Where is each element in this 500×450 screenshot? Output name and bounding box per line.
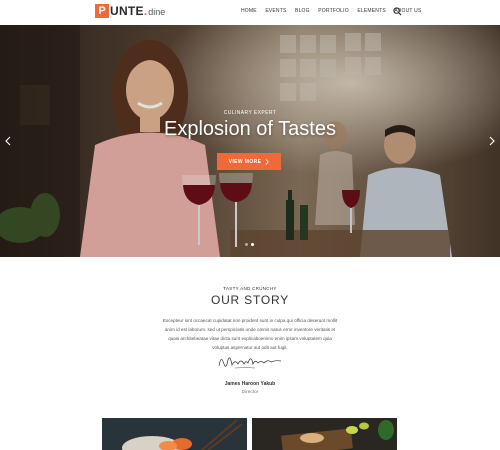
story-text: Excepteur sint occaecat cupidatat non pr… xyxy=(162,318,338,350)
story-kicker: TASTY AND CRUNCHY xyxy=(223,286,277,291)
hero-title: Explosion of Tastes xyxy=(164,118,336,140)
site-header: P UNTE . dine HOME EVENTS BLOG PORTFOLIO… xyxy=(0,0,500,25)
logo-mark: P xyxy=(95,4,109,18)
nav-item-events[interactable]: EVENTS xyxy=(265,8,286,14)
slider-dots xyxy=(245,243,254,246)
view-more-label: VIEW MORE xyxy=(228,158,262,165)
food-photo xyxy=(252,418,397,450)
view-more-button[interactable]: VIEW MORE xyxy=(217,153,281,170)
nav-item-portfolio[interactable]: PORTFOLIO xyxy=(318,8,349,14)
logo-word: UNTE xyxy=(110,4,144,18)
gallery-image-sushi[interactable] xyxy=(102,418,247,450)
gallery-image-food[interactable] xyxy=(252,418,397,450)
slider-dot-active[interactable] xyxy=(251,243,254,246)
hero-slider: CULINARY EXPERT Explosion of Tastes VIEW… xyxy=(0,25,500,257)
nav-item-elements[interactable]: ELEMENTS xyxy=(357,8,386,14)
hero-overlay xyxy=(0,25,500,257)
signature-image xyxy=(218,357,282,369)
logo-dot: . xyxy=(143,4,148,18)
logo-sub: dine xyxy=(148,7,166,17)
search-icon[interactable] xyxy=(393,7,402,16)
story-title: OUR STORY xyxy=(210,293,290,307)
author-role: Director xyxy=(241,390,259,395)
slider-dot[interactable] xyxy=(245,243,248,246)
nav-item-blog[interactable]: BLOG xyxy=(295,8,310,14)
nav-item-home[interactable]: HOME xyxy=(241,8,257,14)
sushi-photo xyxy=(102,418,247,450)
chevron-right-icon xyxy=(266,158,270,165)
author-name: James Haroon Yakub xyxy=(224,381,276,387)
logo[interactable]: P UNTE . dine xyxy=(95,3,165,19)
hero-kicker: CULINARY EXPERT xyxy=(223,110,277,116)
